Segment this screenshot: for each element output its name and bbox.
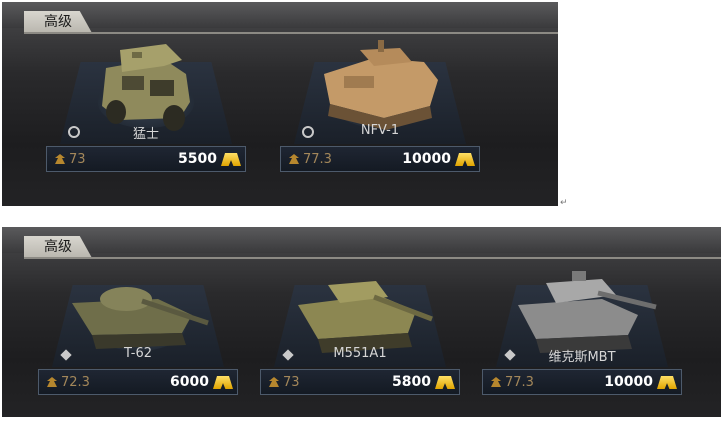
price-value: 10000 — [402, 151, 451, 167]
vehicle-card-mengshi[interactable]: 猛士 73 5500 — [46, 40, 246, 180]
vehicle-shop-panel-bottom: 高级 T-62 72.3 6000 M551A1 73 5800 维克斯MBT … — [2, 227, 721, 417]
vehicle-name-row: NFV-1 — [294, 122, 466, 142]
vehicle-card-t62[interactable]: T-62 72.3 6000 — [38, 263, 238, 403]
gold-icon — [455, 153, 475, 166]
vehicle-card-vickers-mbt[interactable]: 维克斯MBT 77.3 10000 — [482, 263, 682, 403]
vehicle-name-row: M551A1 — [274, 345, 446, 365]
vehicle-name: NFV-1 — [360, 123, 400, 138]
rank-icon — [55, 154, 65, 164]
vehicle-name: 猛士 — [132, 127, 159, 142]
vehicle-card-nfv1[interactable]: NFV-1 77.3 10000 — [280, 40, 480, 180]
gold-icon — [435, 376, 455, 389]
vehicle-name: 维克斯MBT — [548, 350, 616, 365]
price-value: 5800 — [392, 374, 431, 390]
combat-rating: 77.3 — [303, 152, 332, 167]
vehicle-name: M551A1 — [333, 346, 387, 361]
vehicle-name-row: T-62 — [52, 345, 224, 365]
rank-icon — [269, 377, 279, 387]
vehicle-shop-panel-top: 高级 猛士 73 5500 NFV-1 77.3 10000 — [2, 2, 558, 206]
price-bar: 73 5800 — [260, 369, 460, 395]
price-value: 10000 — [604, 374, 653, 390]
price-bar: 77.3 10000 — [482, 369, 682, 395]
vehicle-name-row: 维克斯MBT — [496, 345, 668, 365]
gold-icon — [213, 376, 233, 389]
combat-rating: 72.3 — [61, 375, 90, 390]
price-value: 5500 — [178, 151, 217, 167]
rank-icon — [491, 377, 501, 387]
return-mark: ↵ — [560, 198, 568, 208]
price-bar: 72.3 6000 — [38, 369, 238, 395]
price-bar: 77.3 10000 — [280, 146, 480, 172]
rank-icon — [289, 154, 299, 164]
combat-rating: 73 — [283, 375, 300, 390]
vehicle-name: T-62 — [124, 346, 152, 361]
combat-rating: 77.3 — [505, 375, 534, 390]
gold-icon — [221, 153, 241, 166]
vehicle-card-m551a1[interactable]: M551A1 73 5800 — [260, 263, 460, 403]
rank-icon — [47, 377, 57, 387]
gold-icon — [657, 376, 677, 389]
header-divider — [24, 32, 558, 34]
tier-header: 高级 — [24, 236, 92, 258]
combat-rating: 73 — [69, 152, 86, 167]
price-bar: 73 5500 — [46, 146, 246, 172]
header-divider — [24, 257, 721, 259]
vehicle-name-row: 猛士 — [60, 122, 232, 142]
price-value: 6000 — [170, 374, 209, 390]
tier-header: 高级 — [24, 11, 92, 33]
